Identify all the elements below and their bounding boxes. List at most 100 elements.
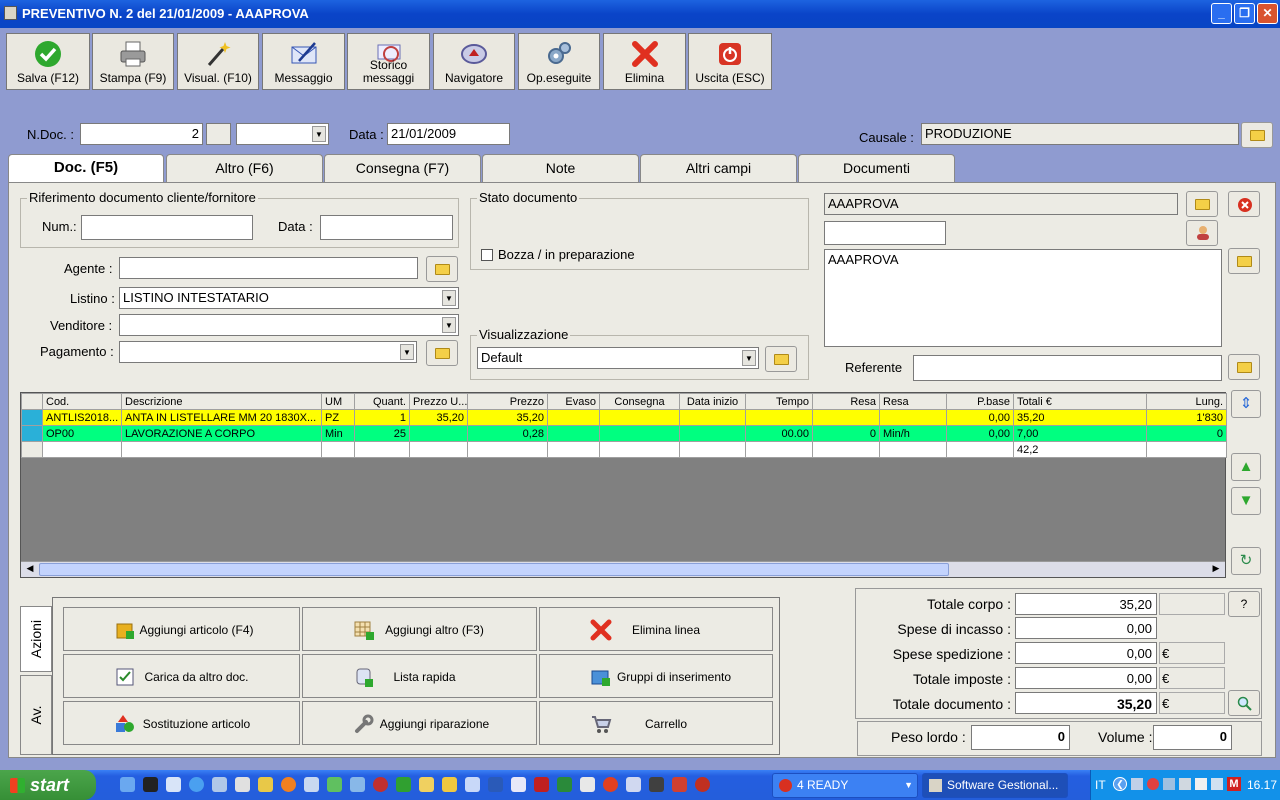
table-cell[interactable] [547, 409, 600, 426]
pagamento-select[interactable]: ▼ [119, 341, 417, 363]
horizontal-scrollbar[interactable]: ◀ ▶ [21, 561, 1225, 577]
table-cell[interactable] [354, 441, 410, 458]
table-cell[interactable]: ANTLIS2018... [42, 409, 122, 426]
quicklaunch-icon[interactable] [212, 777, 227, 792]
operations-done-button[interactable]: Op.eseguite [518, 33, 600, 90]
table-cell[interactable] [679, 409, 746, 426]
table-cell[interactable] [321, 441, 355, 458]
tray-app-icon[interactable] [1163, 778, 1175, 790]
minimize-button[interactable]: _ [1211, 3, 1232, 24]
tray-app-icon[interactable] [1211, 778, 1223, 790]
quicklaunch-icon[interactable] [511, 777, 526, 792]
delete-line-button[interactable]: Elimina linea [539, 607, 773, 651]
col-header[interactable]: Resa [812, 393, 880, 410]
tab-altri-campi[interactable]: Altri campi [640, 154, 797, 182]
table-cell[interactable]: 42,2 [1013, 441, 1147, 458]
col-header[interactable]: Tempo [745, 393, 813, 410]
table-cell[interactable]: 0,28 [467, 425, 548, 442]
start-button[interactable]: start [0, 770, 96, 800]
quicklaunch-icon[interactable] [327, 777, 342, 792]
rif-data-input[interactable] [320, 215, 453, 240]
table-cell[interactable] [599, 409, 680, 426]
ndoc-suffix-input[interactable] [206, 123, 231, 145]
table-cell[interactable]: LAVORAZIONE A CORPO [121, 425, 322, 442]
cmd-icon[interactable] [143, 777, 158, 792]
table-cell[interactable] [42, 441, 122, 458]
address-browse-button[interactable] [1228, 248, 1260, 274]
visualizzazione-select[interactable]: Default ▼ [477, 347, 759, 369]
cliente-clear-button[interactable] [1228, 191, 1260, 217]
table-cell[interactable] [679, 425, 746, 442]
pagamento-browse-button[interactable] [426, 340, 458, 366]
quick-list-button[interactable]: Lista rapida [302, 654, 537, 698]
bozza-checkbox[interactable] [481, 249, 493, 261]
add-other-button[interactable]: Aggiungi altro (F3) [302, 607, 537, 651]
col-header[interactable]: Data inizio [679, 393, 746, 410]
quicklaunch-icon[interactable] [695, 777, 710, 792]
peso-lordo-value[interactable]: 0 [971, 725, 1070, 750]
quicklaunch-icon[interactable] [373, 777, 388, 792]
col-header[interactable]: Cod. [42, 393, 122, 410]
table-cell[interactable] [679, 441, 746, 458]
agente-input[interactable] [119, 257, 418, 279]
close-button[interactable]: ✕ [1257, 3, 1278, 24]
cliente-browse-button[interactable] [1186, 191, 1218, 217]
table-cell[interactable]: 25 [354, 425, 410, 442]
exit-button[interactable]: Uscita (ESC) [688, 33, 772, 90]
rif-num-input[interactable] [81, 215, 253, 240]
navigator-button[interactable]: Navigatore [433, 33, 515, 90]
replace-article-button[interactable]: Sostituzione articolo [63, 701, 300, 745]
row-selector[interactable] [21, 409, 43, 426]
ndoc-series-select[interactable]: ▼ [236, 123, 329, 145]
table-cell[interactable] [879, 441, 947, 458]
tray-expand-icon[interactable]: ❮ [1113, 777, 1127, 791]
table-row[interactable]: ANTLIS2018... ANTA IN LISTELLARE MM 20 1… [21, 409, 1227, 426]
message-button[interactable]: Messaggio [262, 33, 345, 90]
listino-select[interactable]: LISTINO INTESTATARIO ▼ [119, 287, 459, 309]
scroll-thumb[interactable] [39, 563, 949, 576]
col-header[interactable]: Quant. [354, 393, 410, 410]
table-cell[interactable] [121, 441, 322, 458]
table-cell[interactable] [467, 441, 548, 458]
visualizzazione-browse-button[interactable] [765, 346, 797, 372]
table-cell[interactable] [1146, 441, 1227, 458]
quicklaunch-icon[interactable] [465, 777, 480, 792]
quicklaunch-icon[interactable] [626, 777, 641, 792]
row-selector[interactable] [21, 425, 43, 442]
spese-spedizione-value[interactable]: 0,00 [1015, 642, 1157, 664]
save-button[interactable]: Salva (F12) [6, 33, 90, 90]
quicklaunch-icon[interactable] [350, 777, 365, 792]
table-cell[interactable]: 35,20 [1013, 409, 1147, 426]
referente-browse-button[interactable] [1228, 354, 1260, 380]
insertion-groups-button[interactable]: Gruppi di inserimento [539, 654, 773, 698]
message-history-button[interactable]: Storico messaggi [347, 33, 430, 90]
quicklaunch-icon[interactable] [304, 777, 319, 792]
move-updown-button[interactable]: ⇕ [1231, 390, 1261, 418]
col-header[interactable]: Descrizione [121, 393, 322, 410]
quicklaunch-icon[interactable] [419, 777, 434, 792]
col-header[interactable]: Totali € [1013, 393, 1147, 410]
table-cell[interactable]: Min/h [879, 425, 947, 442]
col-header[interactable]: Prezzo U... [409, 393, 468, 410]
table-cell[interactable]: 7,00 [1013, 425, 1147, 442]
table-cell[interactable] [547, 441, 600, 458]
zoom-button[interactable] [1228, 690, 1260, 716]
table-cell[interactable] [599, 425, 680, 442]
table-cell[interactable]: 0 [1146, 425, 1227, 442]
folder-icon[interactable] [442, 777, 457, 792]
firefox-icon[interactable] [281, 777, 296, 792]
scroll-left-icon[interactable]: ◀ [23, 563, 37, 576]
delete-button[interactable]: Elimina [603, 33, 686, 90]
referente-input[interactable] [913, 355, 1222, 381]
table-cell[interactable] [409, 441, 468, 458]
quicklaunch-icon[interactable] [258, 777, 273, 792]
quicklaunch-icon[interactable] [649, 777, 664, 792]
cliente-contact-button[interactable] [1186, 220, 1218, 246]
table-row[interactable]: OP00 LAVORAZIONE A CORPO Min 25 0,28 00.… [21, 425, 1227, 442]
tab-doc[interactable]: Doc. (F5) [8, 154, 164, 184]
tab-azioni[interactable]: Azioni [20, 606, 52, 672]
data-input[interactable]: 21/01/2009 [387, 123, 510, 145]
col-header[interactable]: Evaso [547, 393, 600, 410]
table-cell[interactable] [599, 441, 680, 458]
agente-browse-button[interactable] [426, 256, 458, 282]
